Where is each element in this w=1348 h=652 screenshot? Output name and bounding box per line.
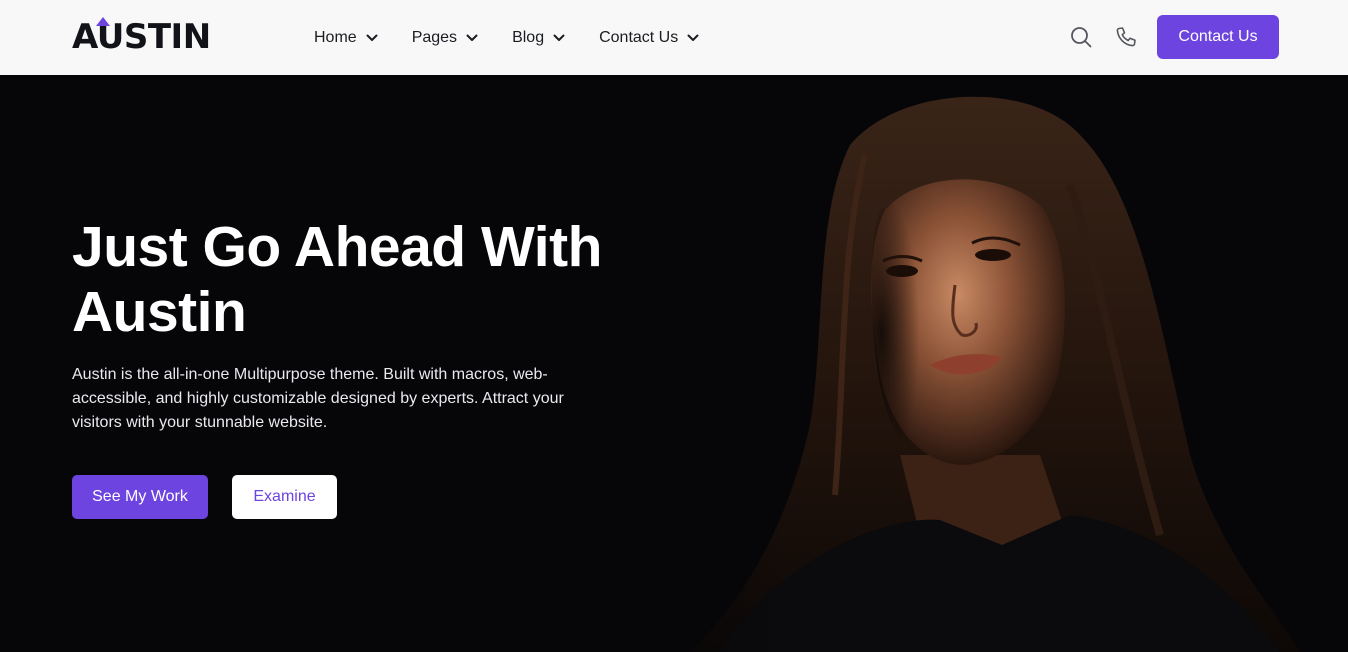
hero-title-line1: Just Go Ahead With [72, 215, 602, 279]
chevron-down-icon [553, 34, 565, 41]
chevron-down-icon [687, 34, 699, 41]
main-nav: Home Pages Blog Contact Us [314, 0, 733, 75]
nav-item-contact[interactable]: Contact Us [599, 0, 699, 75]
logo[interactable]: AUSTIN [72, 17, 211, 57]
examine-button[interactable]: Examine [232, 475, 337, 519]
see-my-work-button[interactable]: See My Work [72, 475, 208, 519]
phone-icon[interactable] [1114, 25, 1138, 49]
hero-title: Just Go Ahead With Austin [72, 215, 632, 345]
hero-description: Austin is the all-in-one Multipurpose th… [72, 366, 564, 431]
hero-section: Just Go Ahead With Austin Austin is the … [0, 75, 1348, 652]
nav-item-label: Blog [512, 28, 545, 46]
nav-item-label: Contact Us [599, 28, 679, 46]
nav-item-home[interactable]: Home [314, 0, 378, 75]
site-header: AUSTIN Home Pages Blog Contact Us Contac… [0, 0, 1348, 75]
search-icon[interactable] [1069, 25, 1093, 49]
nav-item-blog[interactable]: Blog [512, 0, 565, 75]
logo-text: AUSTIN [72, 17, 211, 57]
nav-item-pages[interactable]: Pages [412, 0, 478, 75]
contact-us-button[interactable]: Contact Us [1157, 15, 1279, 59]
nav-item-label: Home [314, 28, 357, 46]
hero-title-line2: Austin [72, 280, 247, 344]
woman-portrait-image [600, 75, 1348, 652]
logo-arrow-icon [96, 17, 110, 26]
chevron-down-icon [466, 34, 478, 41]
chevron-down-icon [366, 34, 378, 41]
nav-item-label: Pages [411, 28, 458, 46]
